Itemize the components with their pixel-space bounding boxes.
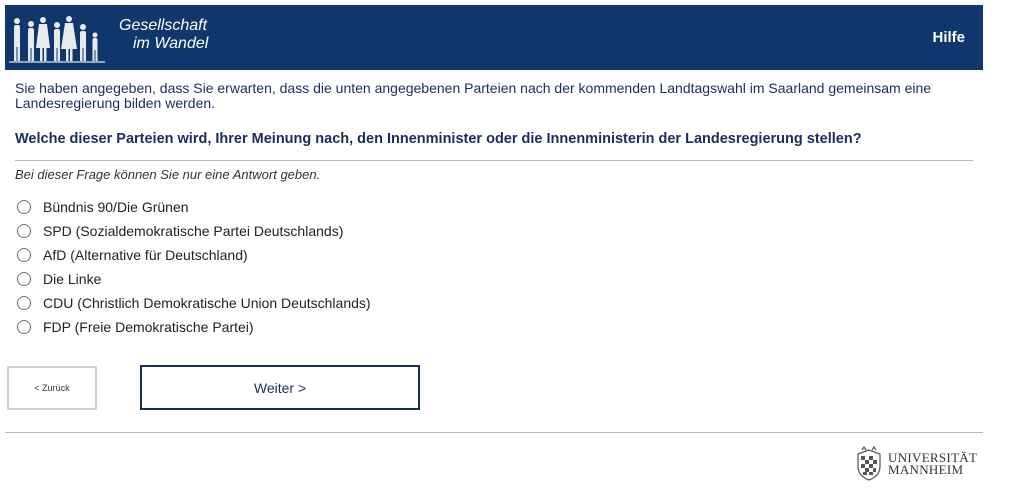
option-label: Bündnis 90/Die Grünen bbox=[43, 199, 189, 215]
radio-button[interactable] bbox=[17, 200, 31, 214]
university-seal-icon bbox=[857, 446, 881, 481]
next-button[interactable]: Weiter > bbox=[140, 365, 420, 410]
radio-button[interactable] bbox=[17, 248, 31, 262]
option-label: SPD (Sozialdemokratische Partei Deutschl… bbox=[43, 223, 344, 239]
university-logo: UNIVERSITÄT MANNHEIM bbox=[852, 444, 987, 484]
option-label: Die Linke bbox=[43, 271, 102, 287]
back-button[interactable]: < Zurück bbox=[7, 366, 97, 410]
question-text: Welche dieser Parteien wird, Ihrer Meinu… bbox=[15, 131, 862, 147]
university-name: UNIVERSITÄT MANNHEIM bbox=[888, 451, 977, 477]
help-link[interactable]: Hilfe bbox=[932, 29, 965, 46]
option-cdu[interactable]: CDU (Christlich Demokratische Union Deut… bbox=[17, 291, 371, 315]
option-linke[interactable]: Die Linke bbox=[17, 267, 371, 291]
survey-logo: Gesellschaft im Wandel bbox=[119, 17, 208, 53]
logo-line2: im Wandel bbox=[133, 35, 209, 52]
answer-options: Bündnis 90/Die Grünen SPD (Sozialdemokra… bbox=[17, 195, 371, 339]
university-line2: MANNHEIM bbox=[888, 462, 964, 477]
option-fdp[interactable]: FDP (Freie Demokratische Partei) bbox=[17, 315, 371, 339]
option-label: AfD (Alternative für Deutschland) bbox=[43, 247, 248, 263]
footer-divider bbox=[5, 432, 983, 433]
option-spd[interactable]: SPD (Sozialdemokratische Partei Deutschl… bbox=[17, 219, 371, 243]
survey-header: Gesellschaft im Wandel Hilfe bbox=[5, 5, 983, 70]
option-afd[interactable]: AfD (Alternative für Deutschland) bbox=[17, 243, 371, 267]
radio-button[interactable] bbox=[17, 320, 31, 334]
radio-button[interactable] bbox=[17, 296, 31, 310]
option-gruene[interactable]: Bündnis 90/Die Grünen bbox=[17, 195, 371, 219]
option-label: CDU (Christlich Demokratische Union Deut… bbox=[43, 295, 371, 311]
intro-text: Sie haben angegeben, dass Sie erwarten, … bbox=[15, 80, 932, 111]
option-label: FDP (Freie Demokratische Partei) bbox=[43, 319, 254, 335]
radio-button[interactable] bbox=[17, 224, 31, 238]
logo-line1: Gesellschaft bbox=[119, 17, 208, 34]
people-silhouettes-icon bbox=[9, 16, 105, 63]
answer-instruction: Bei dieser Frage können Sie nur eine Ant… bbox=[15, 167, 321, 182]
radio-button[interactable] bbox=[17, 272, 31, 286]
divider bbox=[15, 160, 973, 161]
